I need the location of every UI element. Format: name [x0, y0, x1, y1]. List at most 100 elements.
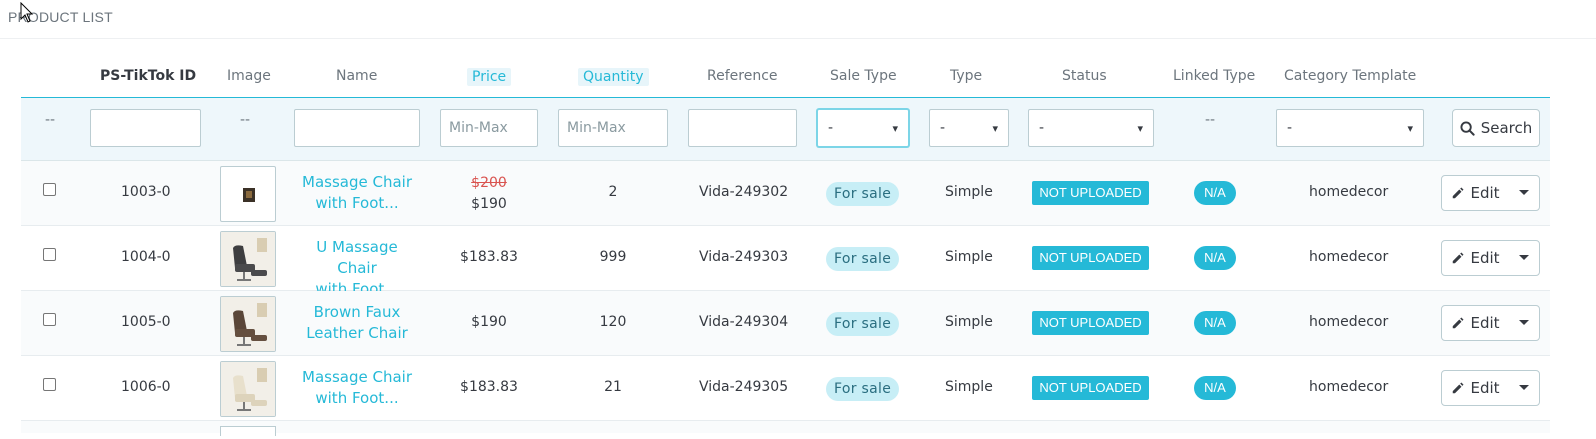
product-name-link[interactable]: Massage Chair with Foot...: [295, 172, 419, 214]
checkbox-filter-placeholder: --: [45, 112, 56, 128]
pencil-icon: [1453, 252, 1464, 264]
product-name-link[interactable]: Massage Chair with Foot...: [295, 367, 419, 409]
column-header-quantity[interactable]: Quantity: [578, 68, 649, 86]
table-row-partial: [21, 421, 1550, 436]
edit-dropdown-toggle[interactable]: [1509, 254, 1539, 262]
linked-type-filter-placeholder: --: [1205, 112, 1216, 128]
product-id: 1003-0: [121, 184, 171, 200]
category-filter-select[interactable]: - ▾: [1276, 109, 1424, 147]
column-header-type: Type: [950, 68, 983, 84]
product-thumbnail[interactable]: [220, 296, 276, 352]
column-header-id[interactable]: PS-TikTok ID: [100, 68, 196, 84]
product-table: PS-TikTok ID Image Name Price Quantity R…: [21, 58, 1550, 436]
table-row: 1005-0 Brown Faux Leather Chair $190 120…: [21, 291, 1550, 356]
product-price: $190: [471, 314, 507, 330]
category-template: homedecor: [1309, 379, 1389, 395]
table-header: PS-TikTok ID Image Name Price Quantity R…: [21, 58, 1550, 98]
product-name-line1: Massage Chair: [302, 368, 412, 386]
column-header-linked-type: Linked Type: [1173, 68, 1256, 84]
product-reference: Vida-249305: [699, 379, 789, 395]
caret-down-icon: [1519, 255, 1529, 260]
pencil-icon: [1453, 382, 1464, 394]
row-checkbox[interactable]: [43, 183, 56, 196]
row-checkbox[interactable]: [43, 378, 56, 391]
status-filter-value: -: [1039, 120, 1045, 136]
edit-button-label: Edit: [1470, 379, 1500, 397]
edit-dropdown-toggle[interactable]: [1509, 384, 1539, 392]
column-header-image: Image: [227, 68, 271, 84]
product-thumbnail[interactable]: [220, 361, 276, 417]
product-type: Simple: [945, 379, 993, 395]
row-checkbox[interactable]: [43, 313, 56, 326]
status-badge: NOT UPLOADED: [1032, 246, 1149, 270]
chair-image-icon: [243, 188, 255, 202]
old-price: $200: [471, 175, 507, 191]
chevron-down-icon: ▾: [992, 121, 998, 135]
type-filter-value: -: [940, 120, 946, 136]
product-name-line1: Massage Chair: [302, 173, 412, 191]
status-badge: NOT UPLOADED: [1032, 376, 1149, 400]
pencil-icon: [1453, 317, 1464, 329]
edit-button-label: Edit: [1470, 314, 1500, 332]
filter-row: -- -- - ▾ - ▾ - ▾ -- - ▾ Search: [21, 98, 1550, 161]
chair-image-icon: [221, 362, 275, 416]
product-price: $200 $190: [451, 173, 527, 215]
product-name-link[interactable]: Brown Faux Leather Chair: [295, 302, 419, 344]
product-reference: Vida-249303: [699, 249, 789, 265]
caret-down-icon: [1519, 385, 1529, 390]
product-type: Simple: [945, 184, 993, 200]
row-checkbox[interactable]: [43, 248, 56, 261]
sale-type-pill: For sale: [826, 182, 900, 206]
type-filter-select[interactable]: - ▾: [929, 109, 1009, 147]
category-filter-value: -: [1287, 120, 1293, 136]
price-filter-input[interactable]: [440, 109, 538, 147]
product-name-line2: with Foot...: [315, 389, 399, 407]
edit-dropdown-toggle[interactable]: [1509, 319, 1539, 327]
search-button-label: Search: [1480, 119, 1533, 137]
edit-button[interactable]: Edit: [1442, 314, 1509, 332]
product-quantity: 2: [608, 184, 618, 200]
caret-down-icon: [1519, 190, 1529, 195]
product-reference: Vida-249304: [699, 314, 789, 330]
panel-header: PRODUCT LIST: [0, 0, 1596, 39]
product-quantity: 999: [599, 249, 627, 265]
linked-type-badge: N/A: [1194, 311, 1236, 335]
column-header-category-template: Category Template: [1284, 68, 1417, 84]
product-name-line1: U Massage Chair: [316, 238, 398, 277]
edit-button[interactable]: Edit: [1442, 249, 1509, 267]
pencil-icon: [1453, 187, 1464, 199]
reference-filter-input[interactable]: [688, 109, 797, 147]
edit-button-group: Edit: [1441, 240, 1540, 276]
edit-button-label: Edit: [1470, 249, 1500, 267]
product-quantity: 21: [604, 379, 622, 395]
product-price: $183.83: [460, 379, 518, 395]
category-template: homedecor: [1309, 249, 1389, 265]
column-header-name[interactable]: Name: [336, 68, 377, 84]
column-header-price[interactable]: Price: [467, 68, 512, 86]
id-filter-input[interactable]: [90, 109, 201, 147]
edit-dropdown-toggle[interactable]: [1509, 189, 1539, 197]
product-thumbnail[interactable]: [220, 231, 276, 287]
search-button[interactable]: Search: [1452, 109, 1540, 147]
product-name-line1: Brown Faux: [313, 303, 401, 321]
column-header-sale-type: Sale Type: [830, 68, 897, 84]
sale-type-filter-select[interactable]: - ▾: [817, 109, 909, 147]
mouse-cursor-icon: [20, 2, 34, 23]
product-thumbnail[interactable]: [220, 166, 276, 222]
search-icon: [1460, 120, 1475, 136]
edit-button-group: Edit: [1441, 370, 1540, 406]
table-row: 1004-0 U Massage Chair with Foot... $183…: [21, 226, 1550, 298]
status-filter-select[interactable]: - ▾: [1028, 109, 1154, 147]
sale-type-pill: For sale: [826, 312, 900, 336]
quantity-filter-input[interactable]: [558, 109, 668, 147]
product-type: Simple: [945, 314, 993, 330]
edit-button[interactable]: Edit: [1442, 379, 1509, 397]
product-thumbnail[interactable]: [220, 426, 276, 436]
column-header-reference[interactable]: Reference: [707, 68, 778, 84]
current-price: $190: [471, 196, 507, 212]
edit-button[interactable]: Edit: [1442, 184, 1509, 202]
product-type: Simple: [945, 249, 993, 265]
linked-type-badge: N/A: [1194, 246, 1236, 270]
status-badge: NOT UPLOADED: [1032, 311, 1149, 335]
name-filter-input[interactable]: [294, 109, 420, 147]
